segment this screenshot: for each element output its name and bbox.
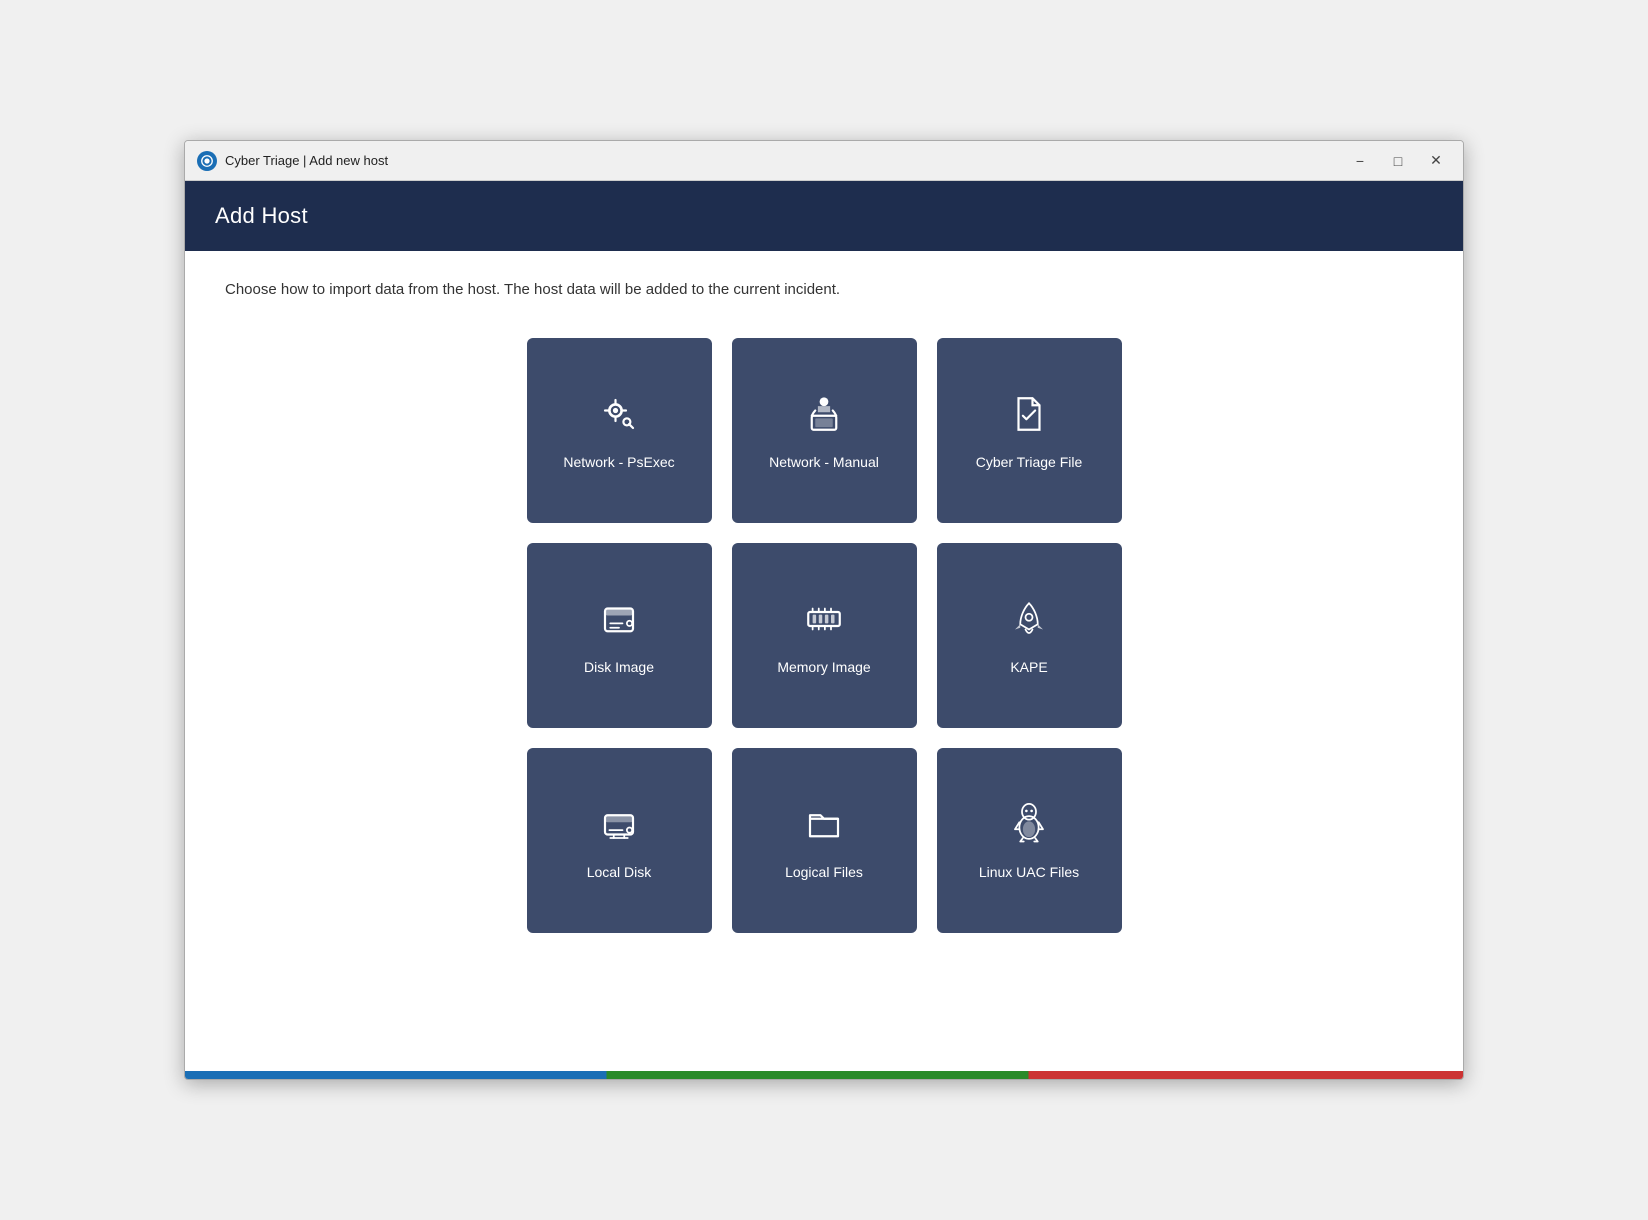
- bottom-accent-bar: [185, 1071, 1463, 1079]
- window-controls: − □ ✕: [1345, 149, 1451, 173]
- tile-local-disk[interactable]: Local Disk: [527, 748, 712, 933]
- person-laptop-icon: [803, 389, 845, 439]
- linux-icon: [1008, 799, 1050, 849]
- tile-network-manual[interactable]: Network - Manual: [732, 338, 917, 523]
- tile-disk-image[interactable]: Disk Image: [527, 543, 712, 728]
- folder-icon: [803, 799, 845, 849]
- header-bar: Add Host: [185, 181, 1463, 251]
- tile-label-memory-image: Memory Image: [777, 658, 870, 676]
- maximize-button[interactable]: □: [1383, 149, 1413, 173]
- tile-memory-image[interactable]: Memory Image: [732, 543, 917, 728]
- rocket-icon: [1008, 594, 1050, 644]
- gear-network-icon: [598, 389, 640, 439]
- tile-label-logical-files: Logical Files: [785, 863, 863, 881]
- tile-label-linux-uac-files: Linux UAC Files: [979, 863, 1079, 881]
- tile-label-network-manual: Network - Manual: [769, 453, 879, 471]
- main-content: Choose how to import data from the host.…: [185, 251, 1463, 1071]
- tile-label-cyber-triage-file: Cyber Triage File: [976, 453, 1083, 471]
- tile-label-network-psexec: Network - PsExec: [563, 453, 674, 471]
- tile-label-disk-image: Disk Image: [584, 658, 654, 676]
- tile-kape[interactable]: KAPE: [937, 543, 1122, 728]
- page-title: Add Host: [215, 203, 1433, 229]
- local-disk-icon: [598, 799, 640, 849]
- tile-label-local-disk: Local Disk: [587, 863, 652, 881]
- tile-cyber-triage-file[interactable]: Cyber Triage File: [937, 338, 1122, 523]
- title-bar: Cyber Triage | Add new host − □ ✕: [185, 141, 1463, 181]
- tiles-grid: Network - PsExec: [225, 338, 1423, 933]
- app-icon: [197, 151, 217, 171]
- window-title: Cyber Triage | Add new host: [225, 153, 1345, 168]
- main-window: Cyber Triage | Add new host − □ ✕ Add Ho…: [184, 140, 1464, 1080]
- tile-label-kape: KAPE: [1010, 658, 1047, 676]
- tile-logical-files[interactable]: Logical Files: [732, 748, 917, 933]
- document-check-icon: [1008, 389, 1050, 439]
- tile-network-psexec[interactable]: Network - PsExec: [527, 338, 712, 523]
- description-text: Choose how to import data from the host.…: [225, 281, 1423, 298]
- disk-icon: [598, 594, 640, 644]
- tile-linux-uac-files[interactable]: Linux UAC Files: [937, 748, 1122, 933]
- ram-icon: [803, 594, 845, 644]
- close-button[interactable]: ✕: [1421, 149, 1451, 173]
- minimize-button[interactable]: −: [1345, 149, 1375, 173]
